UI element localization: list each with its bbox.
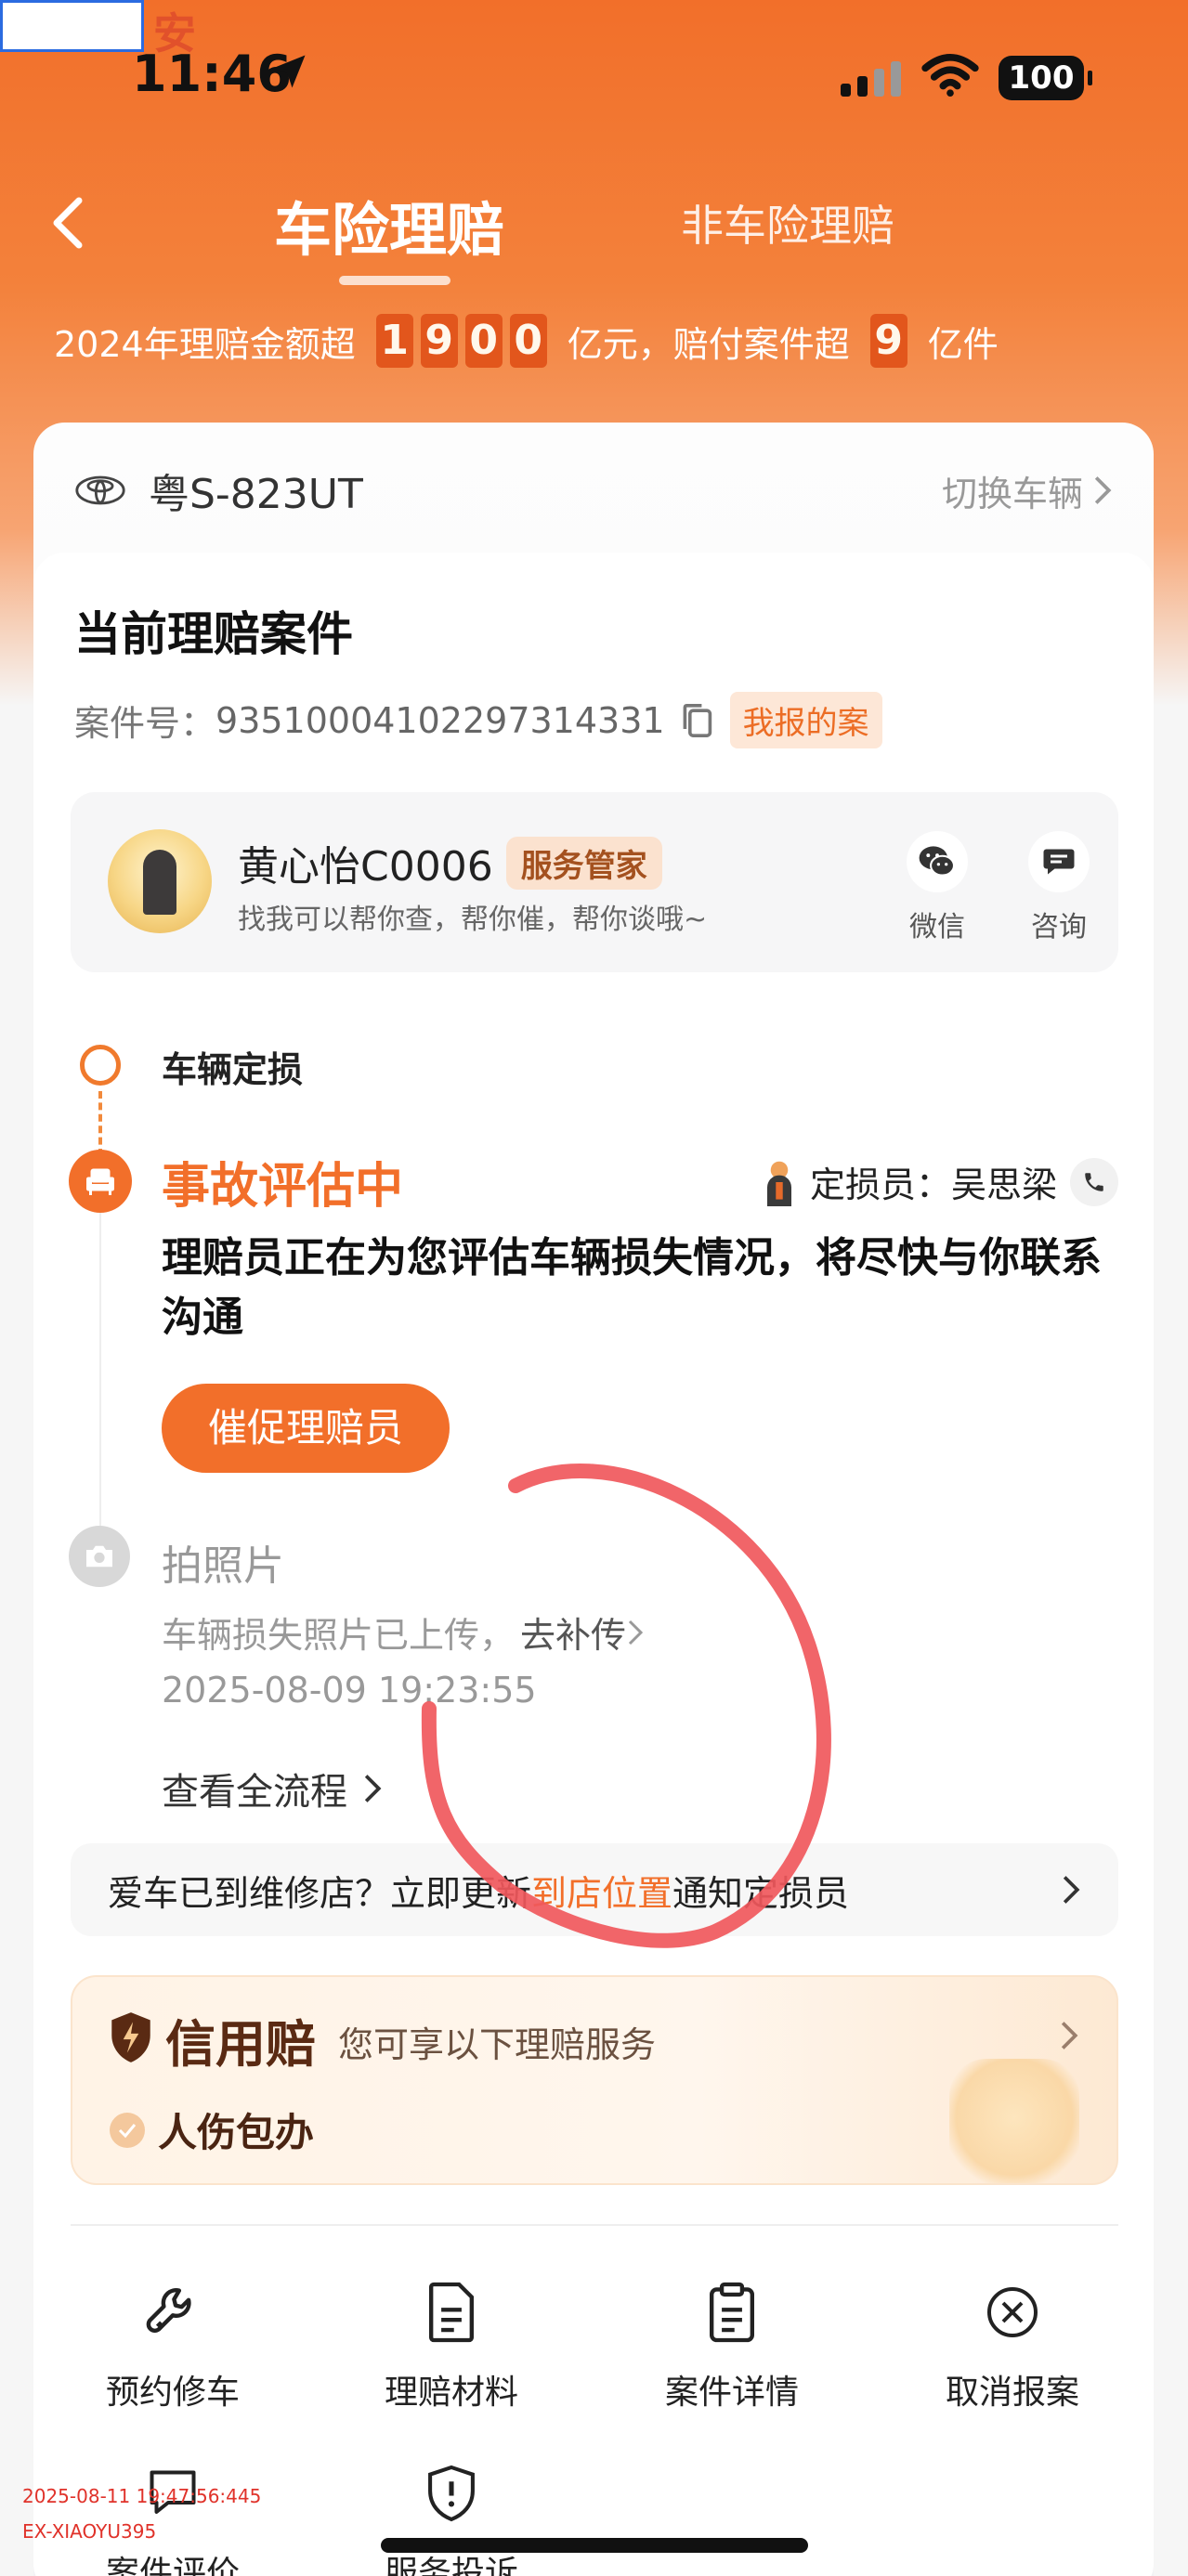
document-icon [429, 2282, 474, 2343]
hand-drawn-circle-annotation [421, 1464, 831, 1948]
timeline-connector-gray [99, 1165, 101, 1574]
stat-digit: 9 [420, 314, 458, 368]
service-agent-card: 黄心怡C0006 服务管家 找我可以帮你查，帮你催，帮你谈哦~ 微信 咨询 [71, 792, 1118, 972]
stat-digit: 0 [464, 314, 503, 368]
claim-materials-button[interactable]: 理赔材料 [349, 2280, 554, 2413]
agent-avatar [108, 829, 212, 933]
timeline-node-photo [69, 1526, 130, 1587]
wechat-button[interactable]: 微信 [900, 831, 974, 944]
case-number: 93510004102297314331 [215, 699, 665, 741]
watermark-user: EX-XIAOYU395 [22, 2520, 157, 2543]
book-repair-label: 预约修车 [105, 2374, 240, 2412]
assessor-info: 定损员：吴思梁 [762, 1156, 1118, 1207]
watermark-timestamp: 2025-08-11 19:47:56:445 [22, 2485, 262, 2507]
case-number-row: 案件号： 93510004102297314331 我报的案 [74, 692, 882, 748]
stat-suffix: 亿件 [927, 323, 999, 365]
reported-by-me-tag: 我报的案 [729, 692, 882, 748]
stat-prefix: 2024年理赔金额超 [54, 323, 356, 365]
back-arrow-icon[interactable] [45, 195, 91, 251]
view-all-label: 查看全流程 [162, 1771, 347, 1814]
shield-decoration [949, 2059, 1079, 2183]
timeline-node-active [69, 1150, 132, 1213]
service-steward-badge: 服务管家 [505, 836, 662, 890]
chevron-right-icon [1063, 1876, 1080, 1904]
stat-digit: 0 [509, 314, 547, 368]
phone-icon [1085, 1172, 1103, 1191]
book-repair-button[interactable]: 预约修车 [71, 2280, 275, 2413]
assessor-label: 定损员： [809, 1164, 951, 1205]
tab-auto-insurance-claims[interactable]: 车险理赔 [274, 183, 504, 285]
step-take-photos: 拍照片 [162, 1542, 284, 1590]
agent-subtitle: 找我可以帮你查，帮你催，帮你谈哦~ [238, 904, 708, 936]
cancel-circle-icon [987, 2287, 1038, 2337]
case-review-label: 案件评价 [105, 2555, 240, 2576]
claim-materials-label: 理赔材料 [384, 2374, 518, 2412]
agent-name-row: 黄心怡C0006 服务管家 [238, 833, 662, 892]
case-number-label: 案件号： [74, 703, 216, 744]
wrench-icon [146, 2288, 191, 2333]
toyota-logo-icon [75, 475, 125, 505]
credit-claim-brand: 信用赔 [165, 2015, 316, 2074]
chevron-right-icon [1061, 2022, 1078, 2049]
consult-button[interactable]: 咨询 [1022, 831, 1096, 944]
vehicle-row: 粤S-823UT 切换车辆 [74, 458, 1113, 523]
location-arrow-icon [272, 55, 306, 88]
claims-statistics-banner: 2024年理赔金额超 1 9 0 0 亿元，赔付案件超 9 亿件 [54, 314, 999, 368]
credit-claim-desc: 您可享以下理赔服务 [338, 2024, 657, 2065]
wifi-icon [921, 54, 979, 97]
assessor-avatar-icon [766, 1161, 791, 1206]
stat-digit: 1 [375, 314, 413, 368]
copy-icon[interactable] [680, 702, 713, 739]
license-plate: 粤S-823UT [149, 471, 363, 518]
status-time: 11:46 [132, 45, 292, 103]
consult-label: 咨询 [1031, 911, 1087, 943]
credit-claim-card[interactable]: 信用赔 您可享以下理赔服务 人伤包办 [71, 1975, 1118, 2185]
credit-service-item: 人伤包办 [110, 2101, 314, 2158]
step-vehicle-assessment: 车辆定损 [162, 1049, 304, 1090]
status-bar: 11:46 100 [0, 37, 1188, 121]
top-nav: 车险理赔 非车险理赔 [0, 172, 1188, 285]
call-assessor-button[interactable] [1070, 1157, 1118, 1206]
case-details-label: 案件详情 [664, 2374, 799, 2412]
section-divider [71, 2224, 1118, 2226]
home-indicator[interactable] [381, 2538, 808, 2553]
wechat-label: 微信 [909, 911, 965, 943]
claim-section-title: 当前理赔案件 [74, 607, 353, 661]
lightning-shield-icon [111, 2012, 150, 2062]
timeline-connector [98, 1091, 102, 1156]
evaluation-description: 理赔员正在为您评估车辆损失情况，将尽快与你联系沟通 [162, 1234, 1102, 1341]
case-details-button[interactable]: 案件详情 [630, 2280, 834, 2413]
camera-icon [86, 1545, 112, 1568]
wechat-icon [919, 846, 956, 877]
check-icon [110, 2112, 145, 2148]
clipboard-icon [710, 2282, 754, 2343]
stat-middle: 亿元，赔付案件超 [567, 323, 850, 365]
switch-vehicle-label: 切换车辆 [941, 473, 1083, 514]
assessor-name: 吴思梁 [950, 1164, 1057, 1205]
cellular-signal-icon [841, 61, 901, 97]
stat-case-digit: 9 [869, 314, 907, 368]
urge-adjuster-button[interactable]: 催促理赔员 [162, 1384, 450, 1473]
chevron-right-icon [364, 1775, 382, 1802]
switch-vehicle-link[interactable]: 切换车辆 [942, 465, 1113, 516]
chat-bubble-icon [1043, 849, 1075, 875]
service-complaint-button[interactable]: 服务投诉 [349, 2461, 554, 2576]
case-review-button[interactable]: 案件评价 [71, 2461, 275, 2576]
view-full-process-link[interactable]: 查看全流程 [162, 1762, 383, 1815]
complaint-shield-icon [428, 2465, 475, 2522]
armchair-icon [86, 1168, 114, 1195]
tab-non-auto-insurance-claims[interactable]: 非车险理赔 [681, 192, 894, 254]
credit-item-label: 人伤包办 [158, 2110, 315, 2155]
cancel-report-label: 取消报案 [945, 2374, 1079, 2412]
chevron-right-icon [1094, 476, 1112, 504]
battery-indicator: 100 [999, 56, 1092, 100]
cancel-report-button[interactable]: 取消报案 [910, 2280, 1115, 2413]
accident-evaluating-title: 事故评估中 [162, 1159, 404, 1215]
timeline-node-done [80, 1045, 121, 1086]
agent-name: 黄心怡C0006 [238, 843, 493, 891]
